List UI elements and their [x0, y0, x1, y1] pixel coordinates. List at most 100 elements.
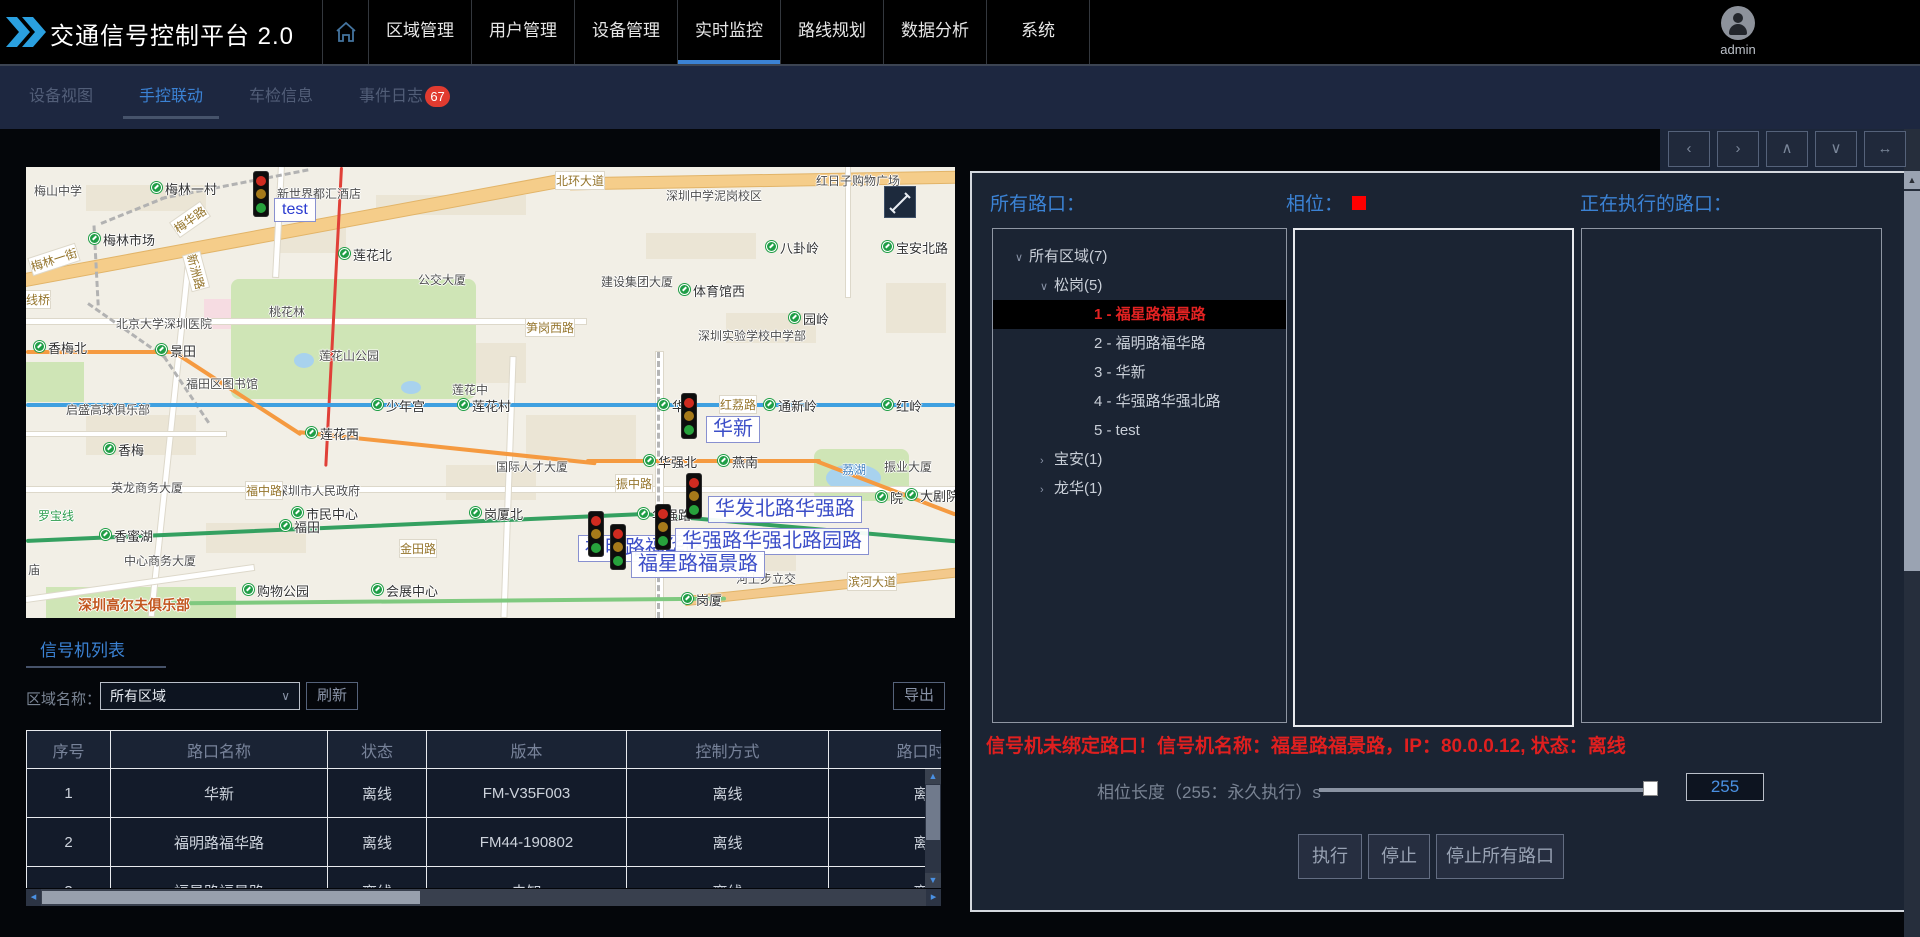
- vertical-scroll-thumb[interactable]: [926, 785, 940, 840]
- scroll-down-button[interactable]: ∨: [1815, 131, 1857, 167]
- chevron-right-icon[interactable]: ›: [1040, 447, 1054, 476]
- table-cell: FM44-190802: [427, 818, 627, 867]
- table-cell: 离线: [328, 818, 427, 867]
- table-horizontal-scrollbar[interactable]: ◂ ▸: [26, 889, 941, 906]
- execute-button[interactable]: 执行: [1298, 834, 1362, 879]
- home-icon: [334, 20, 358, 44]
- warning-message: 信号机未绑定路口！信号机名称：福星路福景路，IP：80.0.0.12, 状态：离…: [986, 731, 1626, 758]
- tab-车检信息[interactable]: 车检信息: [249, 66, 313, 131]
- metro-station-icon: [458, 399, 469, 410]
- app-title: 交通信号控制平台 2.0: [50, 16, 294, 51]
- traffic-light-marker[interactable]: [655, 504, 671, 550]
- table-header-序号: 序号: [27, 731, 111, 769]
- station-label: 购物公园: [257, 581, 309, 600]
- map-block: [886, 283, 946, 333]
- resize-horizontal-button[interactable]: ↔: [1864, 131, 1906, 167]
- station-label: 岗厦: [696, 590, 722, 609]
- map-label-启盛高球俱乐部: 启盛高球俱乐部: [66, 401, 150, 418]
- tree-item-所有区域(7)[interactable]: ∨所有区域(7): [993, 242, 1286, 271]
- map-label-福田区图书馆: 福田区图书馆: [186, 375, 258, 392]
- traffic-light-marker[interactable]: [686, 473, 702, 519]
- tree-item-4 - 华强路华强北路[interactable]: 4 - 华强路华强北路: [993, 387, 1286, 416]
- metro-station-icon: [156, 344, 167, 355]
- scroll-up-icon[interactable]: ▲: [1904, 171, 1920, 189]
- junction-callout-华发北路华强路[interactable]: 华发北路华强路: [708, 496, 862, 523]
- scroll-left-button[interactable]: ‹: [1668, 131, 1710, 167]
- page-scrollbar[interactable]: ▲: [1904, 129, 1920, 937]
- map-label-振中路: 振中路: [616, 475, 652, 492]
- tab-设备视图[interactable]: 设备视图: [29, 66, 93, 131]
- scroll-up-icon[interactable]: ▲: [925, 769, 941, 784]
- tree-item-2 - 福明路福华路[interactable]: 2 - 福明路福华路: [993, 329, 1286, 358]
- metro-station-莲花西: 莲花西: [306, 427, 317, 438]
- user-avatar-icon: [1721, 6, 1755, 40]
- map-block: [646, 233, 756, 259]
- table-row[interactable]: 3福星路福景路离线未知离线离线: [27, 867, 942, 889]
- map[interactable]: 梅林一村梅林市场莲花北八卦岭宝安北路体育馆西园岭香梅北景田莲花西香梅少年宫莲花村…: [26, 167, 955, 618]
- tab-事件日志[interactable]: 事件日志67: [359, 66, 450, 131]
- map-label-莲花山公园: 莲花山公园: [319, 347, 379, 364]
- phase-color-swatch: [1352, 196, 1366, 210]
- refresh-button[interactable]: 刷新: [306, 682, 358, 710]
- phase-length-slider[interactable]: [1319, 788, 1652, 792]
- metro-station-icon: [306, 427, 317, 438]
- chevron-down-icon[interactable]: ∨: [1040, 273, 1054, 302]
- metro-station-icon: [882, 399, 893, 410]
- nav-item-设备管理[interactable]: 设备管理: [574, 0, 677, 64]
- scroll-up-button[interactable]: ∧: [1766, 131, 1808, 167]
- phase-length-input[interactable]: 255: [1686, 773, 1764, 801]
- tree-item-宝安(1)[interactable]: ›宝安(1): [993, 445, 1286, 474]
- table-row[interactable]: 1华新离线FM-V35F003离线离线: [27, 769, 942, 818]
- map-label-北环大道: 北环大道: [556, 172, 604, 189]
- junction-callout-test[interactable]: test: [274, 198, 316, 222]
- table-cell: 1: [27, 769, 111, 818]
- scroll-left-icon[interactable]: ◂: [26, 889, 41, 906]
- slider-handle[interactable]: [1643, 781, 1658, 796]
- metro-station-icon: [34, 341, 45, 352]
- user-name: admin: [1700, 42, 1776, 57]
- tree-item-3 - 华新[interactable]: 3 - 华新: [993, 358, 1286, 387]
- traffic-light-marker[interactable]: [588, 511, 604, 557]
- nav-item-实时监控[interactable]: 实时监控: [677, 0, 780, 64]
- chevron-down-icon[interactable]: ∨: [1015, 244, 1029, 273]
- map-measure-button[interactable]: [884, 186, 916, 218]
- junction-callout-福星路福景路[interactable]: 福星路福景路: [631, 551, 765, 578]
- user-menu[interactable]: admin: [1700, 4, 1776, 57]
- metro-station-梅林市场: 梅林市场: [89, 233, 100, 244]
- stop-all-button[interactable]: 停止所有路口: [1436, 834, 1564, 879]
- scroll-right-button[interactable]: ›: [1717, 131, 1759, 167]
- traffic-light-marker[interactable]: [681, 393, 697, 439]
- table-cell: 3: [27, 867, 111, 889]
- table-row[interactable]: 2福明路福华路离线FM44-190802离线离线: [27, 818, 942, 867]
- measure-icon: [889, 192, 911, 214]
- export-button[interactable]: 导出: [893, 682, 945, 710]
- nav-item-路线规划[interactable]: 路线规划: [780, 0, 883, 64]
- tree-item-5 - test[interactable]: 5 - test: [993, 416, 1286, 445]
- station-label: 会展中心: [386, 581, 438, 600]
- nav-item-区域管理[interactable]: 区域管理: [368, 0, 471, 64]
- scroll-down-icon[interactable]: ▼: [925, 873, 941, 888]
- nav-item-用户管理[interactable]: 用户管理: [471, 0, 574, 64]
- junction-callout-华新[interactable]: 华新: [706, 416, 760, 443]
- traffic-light-marker[interactable]: [253, 171, 269, 217]
- tree-item-label: 5 - test: [1094, 422, 1140, 439]
- scroll-right-icon[interactable]: ▸: [926, 889, 941, 906]
- station-label: 燕南: [732, 452, 758, 471]
- page-scroll-thumb[interactable]: [1904, 191, 1920, 571]
- region-select[interactable]: 所有区域 ∨: [100, 682, 300, 710]
- home-button[interactable]: [322, 0, 368, 64]
- horizontal-scroll-thumb[interactable]: [42, 891, 420, 904]
- chevron-right-icon[interactable]: ›: [1040, 476, 1054, 505]
- nav-item-数据分析[interactable]: 数据分析: [883, 0, 986, 64]
- metro-station-梅林一村: 梅林一村: [151, 182, 162, 193]
- station-label: 香梅: [118, 440, 144, 459]
- metro-station-icon: [718, 455, 729, 466]
- tree-item-松岗(5)[interactable]: ∨松岗(5): [993, 271, 1286, 300]
- tree-item-1 - 福星路福景路[interactable]: 1 - 福星路福景路: [993, 300, 1286, 329]
- tab-手控联动[interactable]: 手控联动: [139, 66, 203, 131]
- stop-button[interactable]: 停止: [1368, 834, 1430, 879]
- tree-item-龙华(1)[interactable]: ›龙华(1): [993, 474, 1286, 503]
- table-vertical-scrollbar[interactable]: ▲ ▼: [925, 769, 941, 888]
- nav-item-系统[interactable]: 系统: [986, 0, 1090, 64]
- traffic-light-marker[interactable]: [610, 524, 626, 570]
